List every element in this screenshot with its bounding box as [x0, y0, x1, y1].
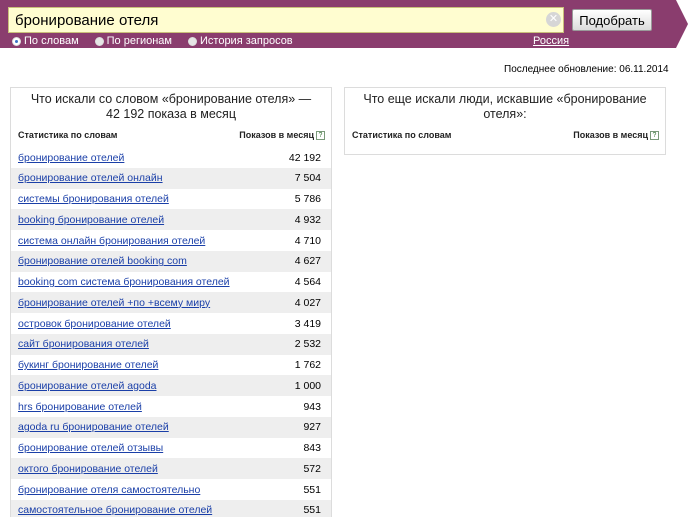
clear-icon[interactable]: ✕: [546, 12, 561, 27]
mode-by-regions[interactable]: По регионам: [94, 35, 172, 47]
keyword-count: 4 932: [294, 213, 321, 226]
keyword-count: 1 000: [294, 379, 321, 392]
keyword-count: 4 627: [294, 255, 321, 268]
keyword-count: 943: [303, 400, 321, 413]
keyword-link[interactable]: бронирование отелей agoda: [18, 380, 157, 392]
keyword-link[interactable]: бронирование отелей +по +всему миру: [18, 297, 210, 309]
table-row: система онлайн бронирования отелей 4 710: [11, 230, 331, 251]
keyword-link[interactable]: booking com система бронирования отелей: [18, 276, 230, 288]
keyword-link[interactable]: hrs бронирование отелей: [18, 401, 142, 413]
search-bar: ✕ Подобрать По словам По регионам Истори…: [0, 0, 676, 48]
radio-unchecked-icon[interactable]: [94, 36, 104, 46]
keyword-count: 927: [303, 421, 321, 434]
mode-label: По регионам: [106, 35, 172, 47]
region-link[interactable]: Россия: [533, 35, 569, 47]
keyword-count: 42 192: [288, 151, 321, 164]
table-row: островок бронирование отелей 3 419: [11, 313, 331, 334]
keyword-link[interactable]: букинг бронирование отелей: [18, 359, 158, 371]
keyword-link[interactable]: бронирование отелей: [18, 152, 124, 164]
keyword-stats-panel: Что искали со словом «бронирование отеля…: [10, 87, 332, 517]
keyword-count: 843: [303, 442, 321, 454]
table-row: бронирование отелей отзывы 843: [11, 438, 331, 459]
table-row: бронирование отеля самостоятельно 551: [11, 479, 331, 500]
table-header: Статистика по словам Показов в месяц?: [11, 130, 331, 141]
table-row: booking бронирование отелей 4 932: [11, 209, 331, 231]
keyword-count: 1 762: [294, 359, 321, 371]
mode-history[interactable]: История запросов: [188, 35, 293, 47]
col-shows-label: Показов в месяц: [239, 130, 314, 140]
table-row: системы бронирования отелей 5 786: [11, 189, 331, 210]
keyword-link[interactable]: сайт бронирования отелей: [18, 338, 149, 350]
table-row: бронирование отелей онлайн 7 504: [11, 167, 331, 189]
search-mode-group: По словам По регионам История запросов: [12, 35, 293, 47]
help-icon[interactable]: ?: [650, 131, 659, 141]
mode-label: По словам: [24, 35, 79, 47]
keyword-link[interactable]: октого бронирование отелей: [18, 463, 158, 475]
keyword-count: 572: [303, 462, 321, 475]
mode-by-words[interactable]: По словам: [12, 35, 79, 47]
table-row: сайт бронирования отелей 2 532: [11, 333, 331, 355]
keyword-count: 4 564: [294, 276, 321, 288]
keyword-count: 5 786: [294, 193, 321, 205]
keyword-link[interactable]: бронирование отеля самостоятельно: [18, 484, 200, 496]
keyword-link[interactable]: бронирование отелей отзывы: [18, 442, 163, 454]
table-header: Статистика по словам Показов в месяц?: [345, 130, 665, 141]
keyword-link[interactable]: бронирование отелей онлайн: [18, 172, 163, 184]
table-row: hrs бронирование отелей 943: [11, 396, 331, 417]
radio-checked-icon[interactable]: [12, 36, 21, 46]
table-row: букинг бронирование отелей 1 762: [11, 355, 331, 376]
col-shows: Показов в месяц?: [573, 130, 659, 141]
table-row: бронирование отелей +по +всему миру 4 027: [11, 292, 331, 314]
keyword-count: 4 027: [294, 296, 321, 309]
search-input[interactable]: [8, 7, 564, 33]
keyword-link[interactable]: бронирование отелей booking com: [18, 255, 187, 267]
keyword-link[interactable]: системы бронирования отелей: [18, 193, 169, 205]
keyword-list: бронирование отелей 42 192 бронирование от…: [11, 147, 331, 517]
search-bar-arrow: [676, 0, 688, 48]
keyword-count: 551: [303, 483, 321, 496]
table-row: бронирование отелей 42 192: [11, 147, 331, 168]
keyword-count: 7 504: [294, 172, 321, 185]
panel-title: Что искали со словом «бронирование отеля…: [30, 92, 312, 121]
related-queries-panel: Что еще искали люди, искавшие «бронирова…: [344, 87, 666, 155]
col-phrase: Статистика по словам: [18, 130, 118, 140]
table-row: бронирование отелей booking com 4 627: [11, 250, 331, 272]
panel-title: Что еще искали люди, искавшие «бронирова…: [363, 92, 647, 121]
keyword-link[interactable]: agoda ru бронирование отелей: [18, 421, 169, 433]
keyword-count: 4 710: [294, 234, 321, 247]
submit-button[interactable]: Подобрать: [572, 9, 652, 31]
help-icon[interactable]: ?: [316, 131, 325, 141]
col-phrase: Статистика по словам: [352, 130, 452, 140]
keyword-count: 2 532: [294, 338, 321, 351]
col-shows-label: Показов в месяц: [573, 130, 648, 140]
keyword-count: 3 419: [294, 317, 321, 330]
col-shows: Показов в месяц?: [239, 130, 325, 141]
radio-unchecked-icon[interactable]: [188, 36, 197, 46]
keyword-link[interactable]: система онлайн бронирования отелей: [18, 235, 205, 247]
keyword-link[interactable]: самостоятельное бронирование отелей: [18, 504, 212, 516]
table-row: бронирование отелей agoda 1 000: [11, 375, 331, 397]
keyword-link[interactable]: booking бронирование отелей: [18, 214, 164, 226]
last-update: Последнее обновление: 06.11.2014: [504, 64, 669, 75]
keyword-link[interactable]: островок бронирование отелей: [18, 318, 171, 330]
table-row: самостоятельное бронирование отелей 551: [11, 499, 331, 517]
table-row: agoda ru бронирование отелей 927: [11, 416, 331, 438]
keyword-count: 551: [303, 504, 321, 517]
mode-label: История запросов: [200, 35, 293, 47]
table-row: октого бронирование отелей 572: [11, 458, 331, 480]
table-row: booking com система бронирования отелей 4…: [11, 272, 331, 293]
